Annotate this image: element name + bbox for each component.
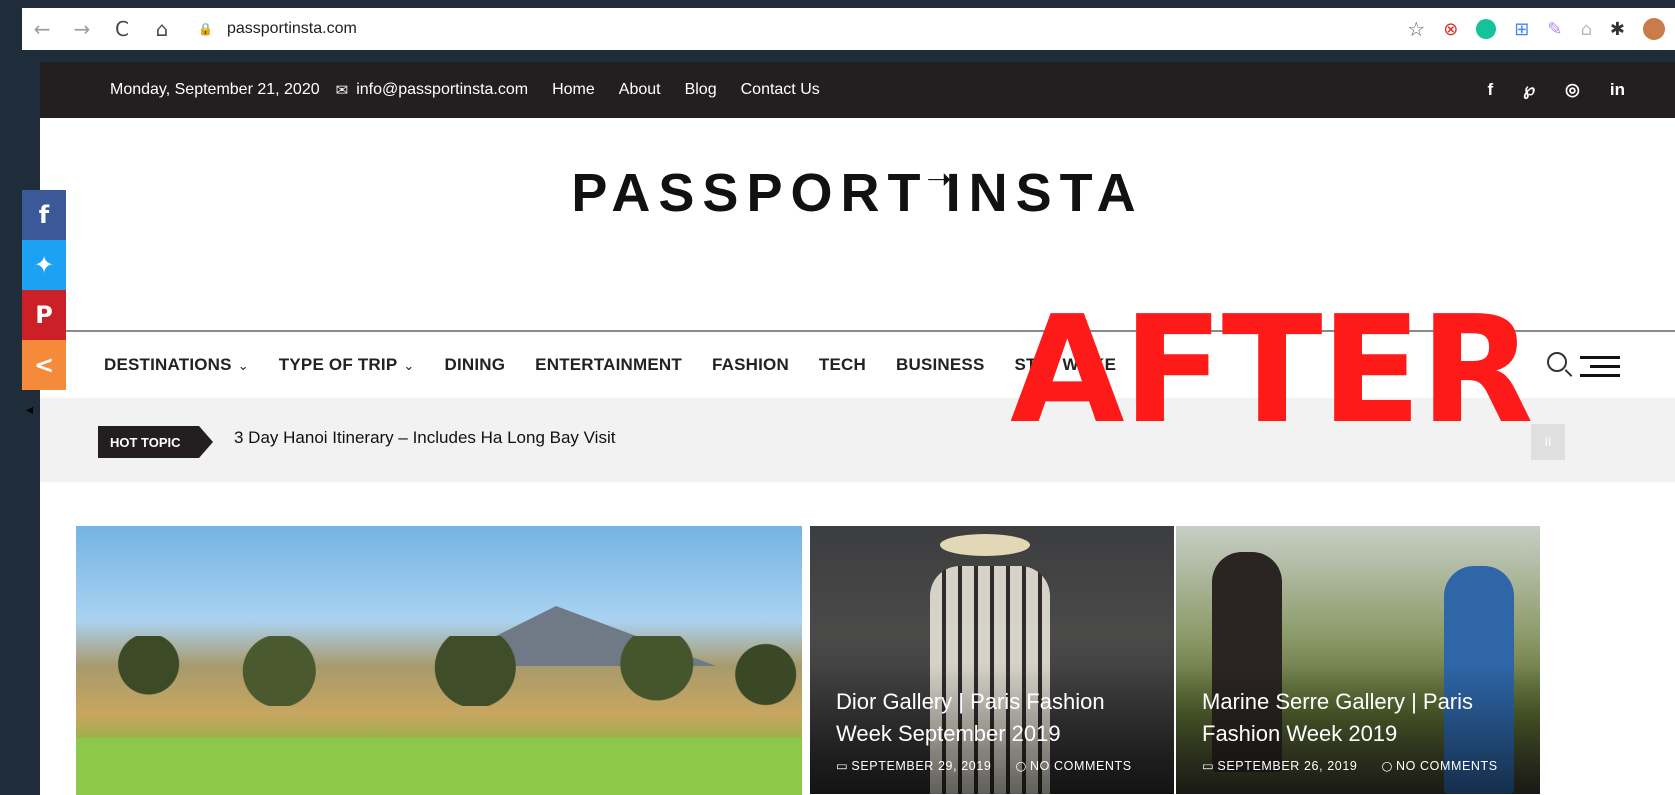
blocker-extension-icon[interactable]: ⊗	[1443, 19, 1458, 40]
image-hat	[940, 534, 1030, 556]
logo-text-left: PASSPORT	[571, 163, 929, 223]
search-icon[interactable]	[1547, 352, 1567, 372]
share-more-icon[interactable]: <	[22, 340, 66, 390]
top-link-home[interactable]: Home	[552, 81, 595, 99]
envelope-icon: ✉	[335, 81, 349, 99]
forward-arrow-icon[interactable]: →	[62, 8, 102, 50]
card-comments[interactable]: ○ NO COMMENTS	[1381, 758, 1497, 773]
grammarly-extension-icon[interactable]	[1476, 19, 1497, 39]
floating-share-bar: f ✦ P <	[22, 190, 66, 390]
top-link-blog[interactable]: Blog	[685, 81, 717, 99]
nav-item-dining[interactable]: DINING	[444, 355, 505, 375]
top-info-bar: Monday, September 21, 2020 ✉ info@passpo…	[40, 62, 1675, 118]
nav-item-tech[interactable]: TECH	[819, 355, 866, 375]
share-twitter-icon[interactable]: ✦	[22, 240, 66, 290]
chevron-down-icon: ⌄	[403, 359, 415, 374]
chevron-down-icon: ⌄	[237, 359, 249, 374]
top-links: Home About Blog Contact Us	[552, 81, 820, 99]
linkedin-icon[interactable]: in	[1610, 80, 1625, 100]
share-pinterest-icon[interactable]: P	[22, 290, 66, 340]
nav-item-destinations[interactable]: DESTINATIONS ⌄	[104, 355, 249, 375]
date-text: SEPTEMBER 29, 2019	[851, 759, 992, 773]
pen-extension-icon[interactable]: ✎	[1547, 19, 1562, 40]
contact-email[interactable]: ✉ info@passportinsta.com	[336, 81, 528, 99]
browser-toolbar: ← → C ⌂ 🔒 passportinsta.com ☆ ⊗ ⊞ ✎ ⌂ ✱	[22, 8, 1675, 50]
share-toggle-icon[interactable]: ◂	[26, 402, 33, 418]
card-comments[interactable]: ○ NO COMMENTS	[1015, 758, 1131, 773]
address-bar[interactable]: 🔒 passportinsta.com	[198, 20, 357, 38]
home-icon[interactable]: ⌂	[142, 8, 182, 50]
instagram-icon[interactable]: ◎	[1565, 80, 1580, 100]
reload-icon[interactable]: C	[102, 8, 142, 50]
top-link-about[interactable]: About	[619, 81, 661, 99]
image-trees	[76, 636, 802, 706]
share-facebook-icon[interactable]: f	[22, 190, 66, 240]
ai-extension-icon[interactable]: ⌂	[1580, 19, 1591, 40]
facebook-icon[interactable]: f	[1488, 80, 1494, 100]
email-text: info@passportinsta.com	[356, 81, 529, 98]
featured-card-main[interactable]	[76, 526, 802, 795]
logo-text-right: INSTA	[945, 163, 1144, 223]
calendar-icon: ▭	[836, 758, 849, 773]
top-link-contact[interactable]: Contact Us	[741, 81, 820, 99]
hamburger-menu-icon[interactable]	[1580, 356, 1620, 378]
site-logo[interactable]: PASSPORT➝INSTA	[40, 162, 1675, 224]
card-title[interactable]: Dior Gallery | Paris Fashion Week Septem…	[836, 686, 1156, 750]
nav-item-fashion[interactable]: FASHION	[712, 355, 789, 375]
comment-icon: ○	[1015, 758, 1027, 773]
profile-avatar[interactable]	[1643, 18, 1665, 40]
nav-label: TYPE OF TRIP	[278, 355, 398, 374]
hot-topic-link[interactable]: 3 Day Hanoi Itinerary – Includes Ha Long…	[234, 428, 615, 448]
calendar-icon: ▭	[1202, 758, 1215, 773]
date-text: SEPTEMBER 26, 2019	[1217, 759, 1358, 773]
nav-label: DESTINATIONS	[104, 355, 232, 374]
puzzle-extensions-icon[interactable]: ✱	[1610, 19, 1625, 40]
comments-text: NO COMMENTS	[1395, 759, 1498, 773]
hot-topic-badge: HOT TOPIC	[98, 426, 213, 458]
pinterest-icon[interactable]: ℘	[1523, 80, 1535, 100]
social-links: f ℘ ◎ in	[1488, 80, 1625, 100]
translate-extension-icon[interactable]: ⊞	[1514, 19, 1529, 40]
nav-item-type-of-trip[interactable]: TYPE OF TRIP ⌄	[279, 355, 415, 375]
nav-item-entertainment[interactable]: ENTERTAINMENT	[535, 355, 682, 375]
card-meta: ▭ SEPTEMBER 29, 2019 ○ NO COMMENTS	[836, 758, 1132, 773]
featured-card-marine-serre[interactable]: Marine Serre Gallery | Paris Fashion Wee…	[1176, 526, 1540, 794]
card-meta: ▭ SEPTEMBER 26, 2019 ○ NO COMMENTS	[1202, 758, 1498, 773]
current-date: Monday, September 21, 2020	[110, 81, 320, 98]
url-text: passportinsta.com	[226, 20, 357, 37]
bookmark-star-icon[interactable]: ☆	[1407, 17, 1425, 41]
card-title[interactable]: Marine Serre Gallery | Paris Fashion Wee…	[1202, 686, 1522, 750]
after-overlay-label: AFTER	[1010, 284, 1534, 456]
lock-icon: 🔒	[198, 22, 213, 36]
nav-item-business[interactable]: BUSINESS	[896, 355, 985, 375]
comments-text: NO COMMENTS	[1029, 759, 1132, 773]
back-arrow-icon[interactable]: ←	[22, 8, 62, 50]
card-date: ▭ SEPTEMBER 29, 2019	[836, 758, 991, 773]
image-pond	[76, 738, 802, 795]
featured-card-dior[interactable]: Dior Gallery | Paris Fashion Week Septem…	[810, 526, 1174, 794]
extension-tray: ☆ ⊗ ⊞ ✎ ⌂ ✱	[1407, 8, 1675, 50]
nav-items: DESTINATIONS ⌄ TYPE OF TRIP ⌄ DINING ENTER…	[104, 355, 1116, 375]
card-date: ▭ SEPTEMBER 26, 2019	[1202, 758, 1357, 773]
comment-icon: ○	[1381, 758, 1393, 773]
ticker-pause-button[interactable]: II	[1531, 424, 1565, 460]
